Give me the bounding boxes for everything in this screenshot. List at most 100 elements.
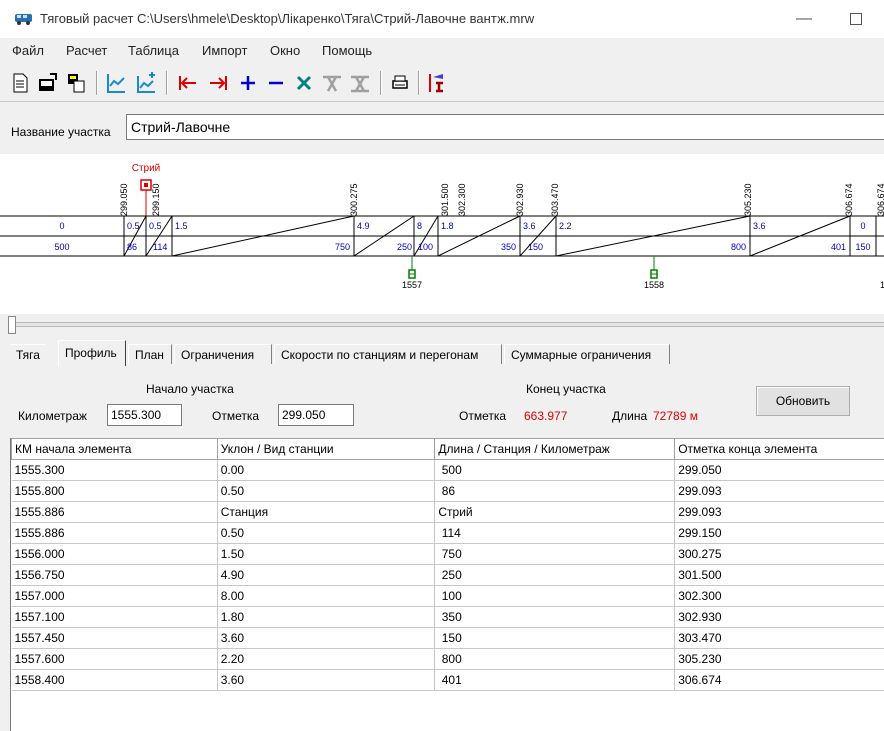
table-cell[interactable]: 299.093 <box>674 480 884 502</box>
table-row[interactable]: 1558.400 3.60 401 306.674 <box>11 669 884 691</box>
menu-calc[interactable]: Расчет <box>66 43 107 58</box>
menu-help[interactable]: Помощь <box>322 43 372 58</box>
table-cell[interactable]: Станция <box>217 501 436 523</box>
table-cell[interactable]: 1.50 <box>217 543 436 565</box>
table-cell[interactable]: 300.275 <box>674 543 884 565</box>
table-cell[interactable]: 401 <box>434 669 676 691</box>
table-cell[interactable]: 303.470 <box>674 627 884 649</box>
table-cell[interactable]: 1555.886 <box>11 522 218 544</box>
km-input[interactable] <box>107 404 182 426</box>
table-cell[interactable]: 800 <box>434 648 676 670</box>
table-cell[interactable]: 1557.100 <box>11 606 218 628</box>
table-cell[interactable]: 3.60 <box>217 669 436 691</box>
tab-speeds[interactable]: Скорости по станциям и перегонам <box>274 344 502 364</box>
tab-traction[interactable]: Тяга <box>10 344 46 364</box>
table-cell[interactable]: 299.050 <box>674 459 884 481</box>
table-cell[interactable]: 4.90 <box>217 564 436 586</box>
open-icon[interactable] <box>36 71 60 95</box>
section-name-input[interactable] <box>126 114 884 140</box>
table-cell[interactable]: 86 <box>434 480 676 502</box>
table-cell[interactable]: 114 <box>434 522 676 544</box>
grade-label: 2.2 <box>559 221 572 231</box>
table-cell[interactable]: 0.00 <box>217 459 436 481</box>
table-row[interactable]: 1555.800 0.50 86 299.093 <box>11 480 884 502</box>
properties-icon[interactable] <box>64 71 88 95</box>
table-row[interactable]: 1557.600 2.20 800 305.230 <box>11 648 884 670</box>
table-cell[interactable]: 500 <box>434 459 676 481</box>
minimize-button[interactable]: — <box>784 6 824 32</box>
table-cell[interactable]: 0.50 <box>217 480 436 502</box>
table-cell[interactable]: 1557.600 <box>11 648 218 670</box>
menu-window[interactable]: Окно <box>270 43 300 58</box>
table-cell[interactable]: 1555.800 <box>11 480 218 502</box>
table-cell[interactable]: 1555.300 <box>11 459 218 481</box>
table-cell[interactable]: 302.930 <box>674 606 884 628</box>
table-cell[interactable]: 100 <box>434 585 676 607</box>
table-cell[interactable]: 302.300 <box>674 585 884 607</box>
delete-icon[interactable] <box>292 71 316 95</box>
table-cell[interactable]: 350 <box>434 606 676 628</box>
new-document-icon[interactable] <box>8 71 32 95</box>
graph-scroll-thumb[interactable] <box>8 316 16 334</box>
tab-bar: Тяга Профиль План Ограничения Скорости п… <box>0 340 884 366</box>
table-cell[interactable]: 150 <box>434 627 676 649</box>
print-icon[interactable] <box>388 71 412 95</box>
go-last-icon[interactable] <box>206 71 230 95</box>
table-cell[interactable]: 2.20 <box>217 648 436 670</box>
length-label: 750 <box>335 242 350 252</box>
menu-table[interactable]: Таблица <box>128 43 179 58</box>
column-header[interactable]: КМ начала элемента <box>11 438 218 460</box>
table-cell[interactable]: 301.500 <box>674 564 884 586</box>
add-icon[interactable] <box>236 71 260 95</box>
table-cell[interactable]: 250 <box>434 564 676 586</box>
table-cell[interactable]: Стрий <box>434 501 676 523</box>
elevation-input[interactable] <box>278 404 354 426</box>
table-row[interactable]: 1556.000 1.50 750 300.275 <box>11 543 884 565</box>
table-cell[interactable]: 3.60 <box>217 627 436 649</box>
table-cell[interactable]: 750 <box>434 543 676 565</box>
table-row[interactable]: 1557.450 3.60 150 303.470 <box>11 627 884 649</box>
mark-label: 302.930 <box>515 183 525 216</box>
clear-all-icon[interactable] <box>348 71 372 95</box>
table-cell[interactable]: 1557.000 <box>11 585 218 607</box>
table-row[interactable]: 1555.886 Станция Стрий 299.093 <box>11 501 884 523</box>
table-cell[interactable]: 0.50 <box>217 522 436 544</box>
go-first-icon[interactable] <box>176 71 200 95</box>
menu-import[interactable]: Импорт <box>202 43 247 58</box>
table-row[interactable]: 1556.750 4.90 250 301.500 <box>11 564 884 586</box>
table-cell[interactable]: 306.674 <box>674 669 884 691</box>
km-post-label: 1558 <box>644 280 664 290</box>
column-header[interactable]: Отметка конца элемента <box>674 438 884 460</box>
table-cell[interactable]: 299.093 <box>674 501 884 523</box>
table-cell[interactable]: 1557.450 <box>11 627 218 649</box>
tab-total-restrictions[interactable]: Суммарные ограничения <box>504 344 670 364</box>
tab-restrictions[interactable]: Ограничения <box>174 344 272 364</box>
table-cell[interactable]: 1555.886 <box>11 501 218 523</box>
column-header[interactable]: Длина / Станция / Километраж <box>434 438 676 460</box>
table-cell[interactable]: 305.230 <box>674 648 884 670</box>
start-caption: Начало участка <box>146 382 234 396</box>
profile-chart-icon[interactable] <box>104 71 128 95</box>
table-cell[interactable]: 1.80 <box>217 606 436 628</box>
add-profile-icon[interactable] <box>134 71 158 95</box>
table-cell[interactable]: 8.00 <box>217 585 436 607</box>
table-cell[interactable]: 1556.000 <box>11 543 218 565</box>
tab-plan[interactable]: План <box>128 344 172 364</box>
column-header[interactable]: Уклон / Вид станции <box>216 438 436 460</box>
refresh-button[interactable]: Обновить <box>756 386 850 416</box>
tab-profile[interactable]: Профиль <box>58 340 126 366</box>
table-row[interactable]: 1555.886 0.50 114 299.150 <box>11 522 884 544</box>
table-row[interactable]: 1555.300 0.00 500 299.050 <box>11 459 884 481</box>
table-row[interactable]: 1557.000 8.00 100 302.300 <box>11 585 884 607</box>
table-row[interactable]: 1557.100 1.80 350 302.930 <box>11 606 884 628</box>
mark-label: 302.300 <box>457 183 467 216</box>
table-cell[interactable]: 1558.400 <box>11 669 218 691</box>
train-calc-icon[interactable] <box>426 71 450 95</box>
table-cell[interactable]: 299.150 <box>674 522 884 544</box>
table-cell[interactable]: 1556.750 <box>11 564 218 586</box>
graph-scrollbar[interactable] <box>10 322 884 327</box>
clear-icon[interactable] <box>320 71 344 95</box>
maximize-button[interactable] <box>836 6 876 32</box>
remove-icon[interactable] <box>264 71 288 95</box>
menu-file[interactable]: Файл <box>12 43 44 58</box>
